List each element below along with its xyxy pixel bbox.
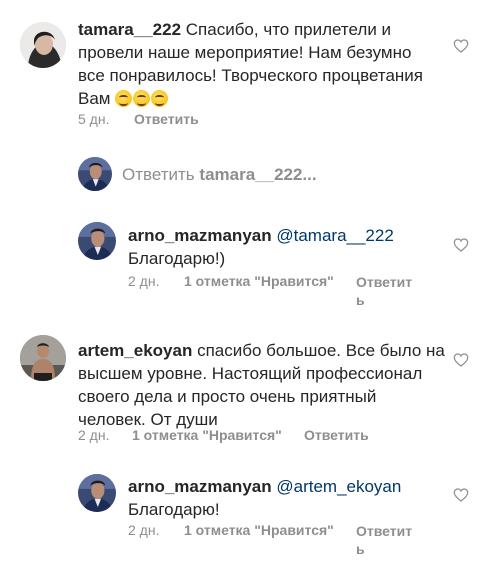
comment-artem: artem_ekoyan спасибо большое. Все было н… <box>0 325 494 455</box>
comment-time: 2 дн. <box>78 427 110 443</box>
comment-body-line2: высшем уровне. Настоящий профессионал <box>78 364 423 383</box>
reply-username[interactable]: arno_mazmanyan <box>128 226 272 245</box>
reply-input-placeholder[interactable]: Ответить tamara__222... <box>122 165 317 185</box>
reply-body: Благодарю!) <box>128 249 226 268</box>
reply-text: arno_mazmanyan @tamara__222 Благодарю!) <box>128 224 448 270</box>
heart-icon[interactable] <box>453 488 469 502</box>
avatar-artem-image <box>20 335 66 381</box>
comment-body-line2: провели наше мероприятие! Нам безумно <box>78 43 412 62</box>
comment-tamara: tamara__222 Спасибо, что прилетели и про… <box>0 0 494 150</box>
reply-meta: 2 дн. 1 отметка "Нравится" Ответит ь <box>128 273 428 313</box>
comment-username[interactable]: tamara__222 <box>78 20 181 39</box>
reply-input-prefix: Ответить <box>122 165 195 184</box>
avatar <box>78 157 112 191</box>
avatar[interactable] <box>78 222 116 260</box>
reply-button[interactable]: Ответить <box>134 111 199 127</box>
avatar-arno-image <box>78 222 116 260</box>
smiling-emoji <box>115 90 133 107</box>
reply-arno-to-tamara: arno_mazmanyan @tamara__222 Благодарю!) … <box>0 218 494 318</box>
reply-text: arno_mazmanyan @artem_ekoyan Благодарю! <box>128 475 448 521</box>
comment-body-line1: спасибо большое. Все было на <box>197 341 445 360</box>
reply-input-row[interactable]: Ответить tamara__222... <box>0 152 494 198</box>
reply-button-line2: ь <box>356 541 365 557</box>
reply-button[interactable]: Ответит ь <box>356 522 412 558</box>
reply-arno-to-artem: arno_mazmanyan @artem_ekoyan Благодарю! … <box>0 470 494 562</box>
reply-meta: 2 дн. 1 отметка "Нравится" Ответит ь <box>128 522 428 562</box>
avatar[interactable] <box>20 335 66 381</box>
reply-mention[interactable]: @tamara__222 <box>276 226 393 245</box>
heart-icon[interactable] <box>453 353 469 367</box>
comment-body-line4: Вам <box>78 89 111 108</box>
comment-text: artem_ekoyan спасибо большое. Все было н… <box>78 339 458 431</box>
comment-username[interactable]: artem_ekoyan <box>78 341 192 360</box>
comment-text: tamara__222 Спасибо, что прилетели и про… <box>78 18 458 110</box>
reply-mention[interactable]: @artem_ekoyan <box>276 477 401 496</box>
reply-time: 2 дн. <box>128 273 160 289</box>
reply-likes-count[interactable]: 1 отметка "Нравится" <box>184 522 334 538</box>
avatar[interactable] <box>20 22 66 68</box>
reply-button-line1: Ответит <box>356 274 413 290</box>
comment-meta: 2 дн. 1 отметка "Нравится" Ответить <box>78 427 438 445</box>
smiling-emoji <box>151 90 169 107</box>
heart-icon[interactable] <box>453 39 469 53</box>
heart-icon[interactable] <box>453 238 469 252</box>
avatar[interactable] <box>78 474 116 512</box>
comment-time: 5 дн. <box>78 111 110 127</box>
reply-button-line1: Ответит <box>356 523 413 539</box>
avatar-arno-image <box>78 474 116 512</box>
reply-button[interactable]: Ответить <box>304 427 369 443</box>
avatar-tamara-image <box>20 22 66 68</box>
reply-body: Благодарю! <box>128 500 220 519</box>
reply-button[interactable]: Ответит ь <box>356 273 412 309</box>
reply-input-target: tamara__222... <box>199 165 317 184</box>
comment-body-line3: своего дела и просто очень приятный <box>78 387 377 406</box>
comment-likes-count[interactable]: 1 отметка "Нравится" <box>132 427 282 443</box>
reply-button-line2: ь <box>356 292 365 308</box>
smiling-emoji <box>133 90 151 107</box>
reply-likes-count[interactable]: 1 отметка "Нравится" <box>184 273 334 289</box>
reply-time: 2 дн. <box>128 522 160 538</box>
comment-body-line1: Спасибо, что прилетели и <box>185 20 392 39</box>
reply-username[interactable]: arno_mazmanyan <box>128 477 272 496</box>
comment-body-line3: все понравилось! Творческого процветания <box>78 66 424 85</box>
avatar-arno-image <box>78 157 112 191</box>
